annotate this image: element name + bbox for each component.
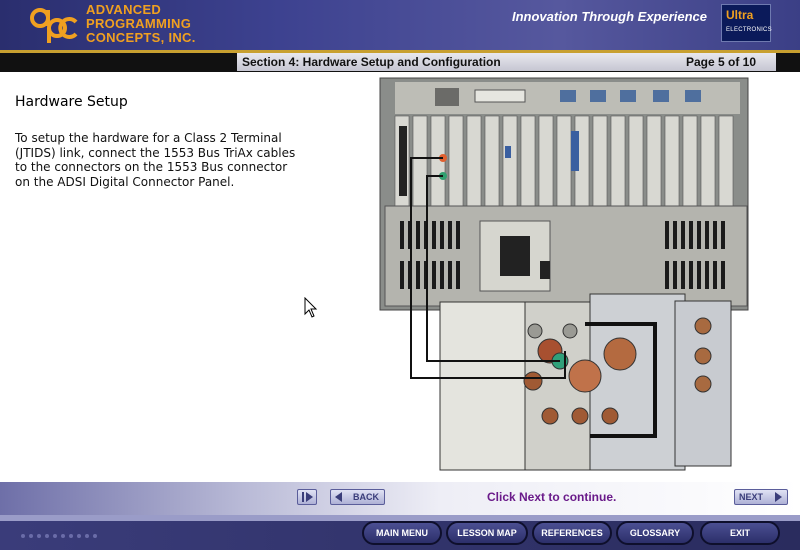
next-arrow-icon	[775, 492, 782, 502]
glossary-button[interactable]: GLOSSARY	[616, 521, 694, 545]
company-line-3: CONCEPTS, INC.	[86, 30, 196, 45]
back-arrow-icon	[335, 492, 342, 502]
lesson-map-button[interactable]: LESSON MAP	[446, 521, 528, 545]
mouse-cursor-icon	[304, 297, 318, 318]
app-header: ADVANCED PROGRAMMING CONCEPTS, INC. Inno…	[0, 0, 800, 50]
body-line: on the ADSI Digital Connector Panel.	[15, 174, 235, 189]
references-button[interactable]: REFERENCES	[532, 521, 612, 545]
back-label: BACK	[353, 492, 379, 502]
content-body: To setup the hardware for a Class 2 Term…	[15, 131, 320, 189]
electronics-logo-text: ELECTRONICS	[726, 27, 772, 33]
body-line: To setup the hardware for a Class 2 Term…	[15, 131, 282, 145]
ultra-logo-text: Ultra	[726, 8, 754, 22]
main-menu-button[interactable]: MAIN MENU	[362, 521, 442, 545]
back-button[interactable]: BACK	[330, 489, 385, 505]
tagline: Innovation Through Experience	[512, 9, 708, 24]
next-button[interactable]: NEXT	[734, 489, 788, 505]
company-line-1: ADVANCED	[86, 2, 162, 17]
next-label: NEXT	[739, 492, 764, 502]
content-heading: Hardware Setup	[15, 94, 128, 110]
replay-button[interactable]	[297, 489, 317, 505]
hardware-photo	[379, 77, 749, 471]
ultra-electronics-logo: Ultra ELECTRONICS	[721, 4, 772, 42]
continue-hint: Click Next to continue.	[487, 490, 617, 504]
section-title-box: Section 4: Hardware Setup and Configurat…	[237, 53, 776, 71]
section-title: Section 4: Hardware Setup and Configurat…	[242, 55, 501, 69]
company-line-2: PROGRAMMING	[86, 16, 192, 31]
replay-icon	[302, 492, 304, 502]
apc-logo-icon	[30, 8, 78, 43]
company-name: ADVANCED PROGRAMMING CONCEPTS, INC.	[86, 3, 196, 45]
section-bar: Section 4: Hardware Setup and Configurat…	[0, 50, 800, 72]
navigation-bar	[0, 482, 800, 515]
exit-button[interactable]: EXIT	[700, 521, 780, 545]
replay-arrow-icon	[306, 492, 313, 502]
page-indicator: Page 5 of 10	[686, 55, 757, 69]
body-line: to the connectors on the 1553 Bus connec…	[15, 160, 288, 174]
decorative-dots	[21, 534, 97, 538]
body-line: (JTIDS) link, connect the 1553 Bus TriAx…	[15, 145, 296, 160]
